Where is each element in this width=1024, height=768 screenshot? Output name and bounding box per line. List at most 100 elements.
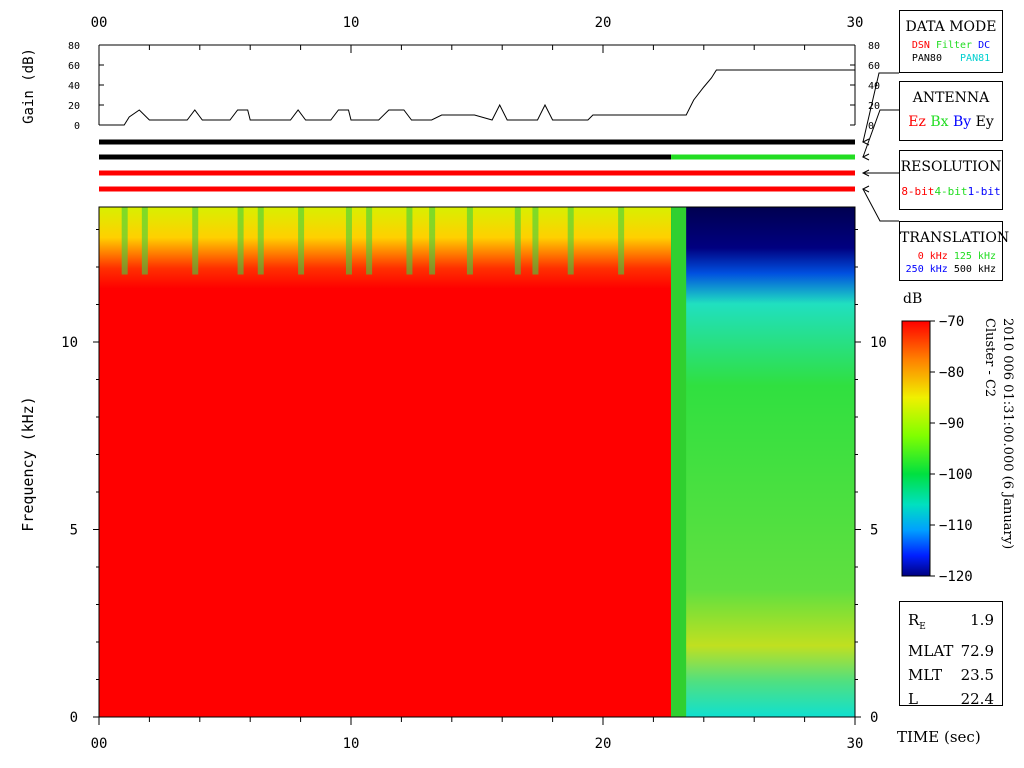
colorbar-scale bbox=[901, 320, 931, 577]
orbit-value: 72.9 bbox=[960, 642, 994, 660]
gain-xtick-label: 00 bbox=[91, 15, 108, 31]
0khz-label: 0 kHz bbox=[917, 251, 948, 262]
colorbar-tick-label: −90 bbox=[939, 416, 964, 432]
spectrogram-stripe bbox=[429, 207, 436, 275]
4bit-label: 4-bit bbox=[934, 185, 968, 198]
colorbar: −70 −80 −90 −100 −110 −120 bbox=[901, 314, 973, 585]
125khz-label: 125 kHz bbox=[953, 251, 996, 262]
gain-ytick-label-right: 60 bbox=[868, 61, 880, 72]
8bit-label: 8-bit bbox=[901, 185, 935, 198]
ez-label: Ez bbox=[908, 114, 926, 130]
spec-ytick-label: 0 bbox=[70, 710, 78, 726]
500khz-label: 500 kHz bbox=[953, 264, 996, 275]
gain-line bbox=[99, 69, 855, 126]
spectrogram-stripe bbox=[618, 207, 625, 275]
spec-xtick-label: 00 bbox=[91, 736, 108, 752]
spectrogram-stripe bbox=[237, 207, 244, 275]
filter-label: Filter bbox=[935, 40, 973, 51]
gain-xtick-label: 10 bbox=[343, 15, 360, 31]
spectrogram-transition bbox=[671, 207, 687, 717]
spectrogram-region bbox=[99, 207, 672, 717]
spectrogram-stripe bbox=[192, 207, 199, 275]
connector-line bbox=[862, 188, 899, 222]
chart-caption: 2010 006 01:31:00.000 (6 January) Cluste… bbox=[982, 318, 1015, 550]
spec-xtick-label: 10 bbox=[343, 736, 360, 752]
orbit-label: L bbox=[908, 690, 918, 708]
colorbar-tick-label: −110 bbox=[939, 518, 973, 534]
pan80-label: PAN80 bbox=[911, 53, 942, 64]
orbit-value: 22.4 bbox=[960, 690, 994, 708]
colorbar-tick-label: −70 bbox=[939, 314, 964, 330]
spectrogram-stripe bbox=[121, 207, 128, 275]
spectrogram-stripe bbox=[532, 207, 539, 275]
gain-ytick-label: 20 bbox=[68, 101, 80, 112]
spec-ylabel: Frequency (kHz) bbox=[19, 396, 37, 531]
spectrogram-stripe bbox=[406, 207, 413, 275]
spectrogram-stripe bbox=[141, 207, 148, 275]
ey-label: Ey bbox=[975, 114, 994, 130]
gain-xtick-label: 20 bbox=[595, 15, 612, 31]
gain-xtick-label: 30 bbox=[847, 15, 864, 31]
spectrogram-stripe bbox=[345, 207, 352, 275]
1bit-label: 1-bit bbox=[967, 185, 1001, 198]
dc-label: DC bbox=[978, 40, 991, 51]
spectrogram-stripe bbox=[298, 207, 305, 275]
orbit-label-sub: E bbox=[919, 622, 926, 632]
spec-xtick-label: 20 bbox=[595, 736, 612, 752]
gain-ytick-label: 60 bbox=[68, 61, 80, 72]
gain-ytick-label: 40 bbox=[68, 81, 80, 92]
orbit-value: 23.5 bbox=[960, 666, 994, 684]
spec-ytick-label-right: 10 bbox=[870, 335, 887, 351]
gain-ytick-label-right: 20 bbox=[868, 101, 880, 112]
orbit-parameters: RE 1.9 MLAT 72.9 MLT 23.5 L 22.4 bbox=[899, 601, 1003, 708]
gain-ytick-label: 80 bbox=[68, 41, 80, 52]
spectrogram-panel: 0 05 510 1000 10 20 30Frequency (kHz) bbox=[19, 206, 887, 752]
orbit-value: 1.9 bbox=[970, 611, 994, 629]
colorbar-tick-label: −80 bbox=[939, 365, 964, 381]
gain-ytick-label-right: 80 bbox=[868, 41, 880, 52]
legend-connectors bbox=[861, 72, 899, 222]
orbit-label: R bbox=[908, 611, 920, 629]
spec-ytick-label: 5 bbox=[70, 523, 78, 539]
indicator-bar-resolution bbox=[99, 170, 855, 176]
spec-ytick-label-right: 5 bbox=[870, 523, 878, 539]
colorbar-title: dB bbox=[903, 291, 923, 307]
resolution-legend: RESOLUTION 8-bit4-bit1-bit bbox=[899, 150, 1003, 210]
colorbar-tick-label: −100 bbox=[939, 467, 973, 483]
pan81-label: PAN81 bbox=[960, 53, 991, 64]
spec-ytick-label-right: 0 bbox=[870, 710, 878, 726]
250khz-label: 250 kHz bbox=[905, 264, 948, 275]
colorbar-tick-label: −120 bbox=[939, 569, 973, 585]
orbit-row: MLAT 72.9 bbox=[908, 639, 994, 663]
gain-ytick-label: 0 bbox=[74, 121, 80, 132]
data-mode-title: DATA MODE bbox=[905, 19, 997, 35]
gain-panel: 0 020 2040 4060 6080 8000 10 20 30Gain (dB) bbox=[21, 15, 880, 132]
resolution-title: RESOLUTION bbox=[900, 159, 1002, 175]
spectrogram-region bbox=[671, 207, 855, 717]
spectrogram-stripe bbox=[567, 207, 574, 275]
indicator-bar-antenna bbox=[99, 154, 672, 160]
by-label: By bbox=[952, 114, 972, 130]
orbit-label: MLT bbox=[908, 666, 943, 684]
orbit-row: MLT 23.5 bbox=[908, 663, 994, 687]
indicator-bars bbox=[99, 139, 855, 192]
orbit-row: RE 1.9 bbox=[908, 608, 994, 639]
spec-ytick-label: 10 bbox=[61, 335, 78, 351]
x-axis-label: TIME (sec) bbox=[897, 728, 981, 746]
translation-legend: TRANSLATION 0 kHz 125 kHz 250 kHz 500 kH… bbox=[899, 221, 1010, 281]
spectrogram-stripe bbox=[466, 207, 473, 275]
spec-xtick-label: 30 bbox=[847, 736, 864, 752]
antenna-legend: ANTENNA Ez Bx By Ey bbox=[899, 81, 1003, 141]
plot-canvas: 0 020 2040 4060 6080 8000 10 20 30Gain (dB) 0 05 5… bbox=[19, 15, 973, 752]
dsn-label: DSN bbox=[911, 40, 930, 51]
data-mode-legend: DATA MODE DSN Filter DC PAN80 PAN81 bbox=[899, 10, 1003, 73]
spectrogram-stripe bbox=[366, 207, 373, 275]
orbit-row: L 22.4 bbox=[908, 687, 994, 711]
bx-label: Bx bbox=[930, 114, 949, 130]
indicator-bar-translation bbox=[99, 186, 855, 192]
gain-ylabel: Gain (dB) bbox=[21, 48, 37, 124]
translation-title: TRANSLATION bbox=[900, 230, 1010, 246]
indicator-bar-data-mode bbox=[99, 139, 855, 145]
spectrogram-stripe bbox=[257, 207, 264, 275]
antenna-title: ANTENNA bbox=[912, 90, 990, 106]
